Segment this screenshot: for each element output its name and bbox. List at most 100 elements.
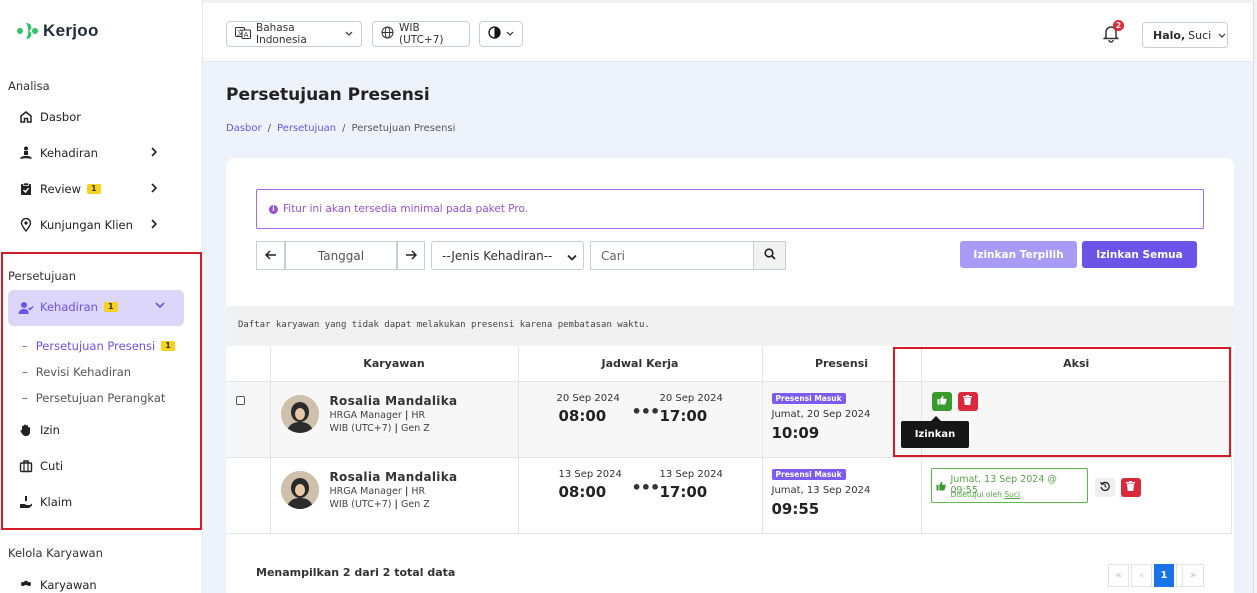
svg-text:A: A [244, 31, 249, 39]
chevron-down-icon [1218, 29, 1226, 42]
sidebar-item-kunjungan-klien[interactable]: Kunjungan Klien [18, 213, 168, 237]
presence-type-badge: Presensi Masuk [771, 392, 846, 404]
sidebar-item-karyawan[interactable]: Karyawan [18, 573, 168, 593]
approve-all-button[interactable]: Izinkan Semua [1082, 241, 1197, 268]
contrast-icon [488, 26, 501, 42]
row-checkbox[interactable] [236, 395, 245, 405]
timezone-button[interactable]: WIB (UTC+7) [372, 21, 470, 47]
employee-dept: HR [411, 485, 426, 497]
search-input[interactable]: Cari [590, 241, 754, 270]
chevron-down-icon [567, 251, 577, 265]
schedule-start-date: 13 Sep 2024 [558, 468, 622, 480]
date-input[interactable]: Tanggal [285, 241, 397, 270]
review-count-badge: 1 [87, 184, 101, 194]
pager-first[interactable]: « [1108, 564, 1129, 587]
presence-day: Jumat, 20 Sep 2024 [771, 408, 871, 420]
presence-time: 09:55 [771, 499, 820, 518]
header-jadwal-kerja: Jadwal Kerja [518, 346, 763, 382]
theme-toggle[interactable] [479, 21, 523, 47]
thumbs-up-icon [936, 480, 946, 494]
chevron-down-icon [506, 28, 514, 40]
highlight-persetujuan-section [1, 252, 202, 530]
person-meditate-icon [18, 145, 34, 161]
pagination-summary: Menampilkan 2 dari 2 total data [256, 566, 456, 579]
sidebar-item-dasbor[interactable]: Dasbor [18, 105, 168, 129]
info-text: Daftar karyawan yang tidak dapat melakuk… [238, 320, 650, 330]
sidebar-item-kehadiran[interactable]: Kehadiran [18, 141, 168, 165]
pager-last[interactable]: » [1182, 564, 1204, 587]
avatar [280, 394, 319, 433]
trash-icon [1126, 480, 1135, 494]
schedule-start-time: 08:00 [558, 406, 607, 425]
schedule-end-time: 17:00 [659, 482, 708, 501]
search-placeholder: Cari [601, 248, 625, 263]
next-date-button[interactable] [397, 241, 425, 270]
greeting: Halo, [1153, 28, 1186, 42]
chevron-right-icon [150, 218, 162, 232]
schedule-start-date: 20 Sep 2024 [556, 392, 620, 404]
topbar: 文A Bahasa Indonesia WIB (UTC+7) 2 Halo, … [203, 0, 1257, 62]
chevron-down-icon [345, 28, 353, 40]
employee-group: Gen Z [401, 498, 430, 510]
presence-type-badge: Presensi Masuk [771, 468, 846, 480]
schedule-end-date: 13 Sep 2024 [659, 468, 723, 480]
history-icon [1099, 480, 1110, 494]
notification-count-badge: 2 [1113, 20, 1124, 31]
sidebar-item-label: Review [40, 182, 82, 196]
users-icon [18, 577, 34, 593]
presence-time: 10:09 [771, 423, 820, 442]
globe-icon [381, 26, 394, 42]
kerjoo-logo[interactable]: Kerjoo [17, 20, 99, 42]
breadcrumb-persetujuan[interactable]: Persetujuan [277, 123, 336, 134]
avatar [280, 470, 319, 509]
sidebar: Kerjoo Analisa Dasbor Kehadiran Review 1… [0, 0, 203, 593]
sidebar-item-label: Dasbor [40, 110, 81, 124]
attendance-type-value: --Jenis Kehadiran-- [442, 248, 553, 263]
user-menu[interactable]: Halo, Suci [1142, 22, 1228, 48]
breadcrumb-current: Persetujuan Presensi [351, 123, 456, 134]
search-button[interactable] [753, 241, 786, 270]
date-placeholder: Tanggal [317, 248, 365, 263]
alert-text: Fitur ini akan tersedia minimal pada pak… [283, 203, 529, 215]
page-title: Persetujuan Presensi [226, 85, 430, 105]
employee-name: Rosalia Mandalika [329, 393, 458, 408]
employee-dept: HR [411, 409, 426, 421]
arrow-right-icon [405, 249, 418, 263]
approved-by-prefix: Disetujui oleh [950, 489, 1002, 499]
chevron-right-icon [150, 182, 162, 196]
prev-date-button[interactable] [256, 241, 285, 270]
search-icon [763, 248, 776, 263]
pager-prev[interactable]: ‹ [1131, 564, 1152, 587]
timezone-label: WIB (UTC+7) [399, 22, 444, 46]
home-icon [18, 109, 34, 125]
employee-timezone: WIB (UTC+7) [329, 422, 392, 434]
clipboard-check-icon [18, 181, 34, 197]
attendance-type-select[interactable]: --Jenis Kehadiran-- [431, 241, 584, 270]
breadcrumb-dasbor[interactable]: Dasbor [226, 123, 262, 134]
approved-by[interactable]: Suci [1004, 490, 1020, 499]
more-dots-icon: ••• [631, 477, 661, 497]
employee-group: Gen Z [401, 422, 430, 434]
kerjoo-logo-icon [17, 20, 39, 42]
approved-status-box: Jumat, 13 Sep 2024 @ 09:55 Disetujui ole… [930, 467, 1088, 503]
scrollbar[interactable] [1253, 0, 1257, 593]
breadcrumb: Dasbor / Persetujuan / Persetujuan Prese… [226, 123, 456, 134]
location-pin-icon [18, 217, 34, 233]
approve-selected-button[interactable]: Izinkan Terpilih [960, 241, 1077, 268]
header-select [226, 346, 271, 382]
employee-name: Rosalia Mandalika [329, 469, 458, 484]
sidebar-item-review[interactable]: Review 1 [18, 177, 168, 201]
language-label: Bahasa Indonesia [256, 22, 307, 46]
pager-page-1[interactable]: 1 [1154, 564, 1174, 587]
employee-position: HRGA Manager [329, 485, 402, 497]
sidebar-item-label: Kunjungan Klien [40, 218, 133, 232]
language-dropdown[interactable]: 文A Bahasa Indonesia [226, 21, 362, 47]
pro-feature-alert: i Fitur ini akan tersedia minimal pada p… [256, 189, 1204, 229]
more-dots-icon: ••• [631, 401, 661, 421]
schedule-start-time: 08:00 [558, 482, 607, 501]
undo-button[interactable] [1094, 477, 1115, 497]
delete-button[interactable] [1120, 477, 1141, 497]
arrow-left-icon [264, 249, 277, 263]
schedule-end-time: 17:00 [659, 406, 708, 425]
chevron-right-icon [150, 146, 162, 160]
